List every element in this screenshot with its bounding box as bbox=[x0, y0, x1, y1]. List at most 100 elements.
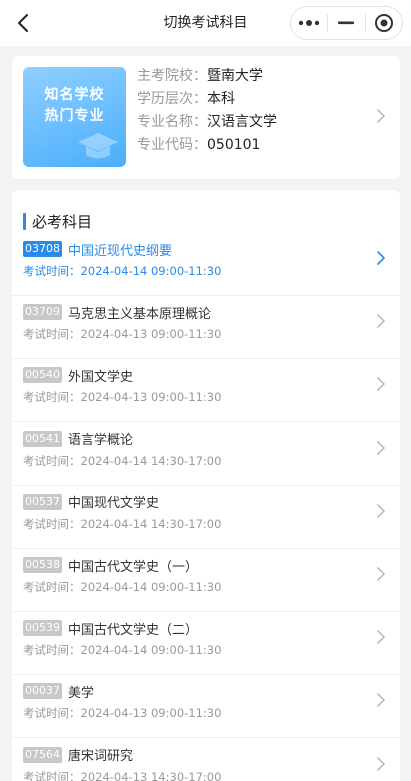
subject-code-badge: 00037 bbox=[23, 683, 62, 700]
subject-name: 外国文学史 bbox=[68, 369, 134, 385]
subject-code-badge: 07564 bbox=[23, 746, 62, 763]
exam-time-label: 考试时间： bbox=[23, 516, 81, 531]
subject-name: 马克思主义基本原理概论 bbox=[68, 306, 212, 322]
subject-title-line: 03708 中国近现代史纲要 bbox=[23, 240, 173, 259]
info-label: 专业代码： bbox=[137, 137, 207, 153]
exam-time-value: 2024-04-13 14:30-17:00 bbox=[80, 769, 222, 781]
exam-time-label: 考试时间： bbox=[23, 264, 81, 278]
info-value: 050101 bbox=[207, 137, 261, 153]
subject-row[interactable]: 00538 中国古代文学史（一） 考试时间：2024-04-14 09:00-11:… bbox=[12, 549, 400, 612]
exam-time-value: 2024-04-14 09:00-11:30 bbox=[80, 264, 222, 278]
major-thumbnail: 知名学校 热门专业 bbox=[23, 67, 126, 167]
nav-bar: 切换考试科目 bbox=[0, 0, 411, 46]
subjects-panel: 必考科目 03708 中国近现代史纲要 考试时间：2024-04-14 09:00-… bbox=[12, 190, 400, 781]
subject-row[interactable]: 03708 中国近现代史纲要考试时间：2024-04-14 09:00-11:30 bbox=[12, 233, 400, 296]
subject-name: 美学 bbox=[68, 685, 95, 701]
chevron-right-icon bbox=[377, 630, 385, 644]
subject-name: 唐宋词研究 bbox=[68, 749, 134, 765]
info-label: 专业名称： bbox=[137, 114, 207, 130]
subject-row[interactable]: 00539 中国古代文学史（二） 考试时间：2024-04-14 09:00-11:… bbox=[12, 612, 400, 676]
subject-title-line: 00037 美学 bbox=[23, 682, 95, 701]
capsule-menu bbox=[290, 6, 403, 40]
info-row-school: 主考院校：暨南大学 bbox=[137, 65, 277, 88]
close-button[interactable] bbox=[366, 7, 402, 39]
subject-name: 中国古代文学史（二） bbox=[68, 622, 199, 638]
minimize-icon bbox=[338, 21, 355, 25]
subject-code-badge: 03708 bbox=[23, 241, 62, 257]
more-dots-icon bbox=[298, 20, 320, 26]
subject-name: 中国近现代史纲要 bbox=[68, 243, 173, 259]
info-value: 暨南大学 bbox=[207, 68, 263, 84]
thumb-line-2: 热门专业 bbox=[44, 108, 105, 124]
graduation-cap-icon bbox=[78, 133, 118, 159]
subject-title-line: 07564 唐宋词研究 bbox=[23, 746, 133, 764]
subject-name: 中国古代文学史（一） bbox=[68, 559, 199, 575]
subject-name: 语言学概论 bbox=[68, 433, 134, 449]
subject-name: 中国现代文学史 bbox=[68, 496, 160, 512]
exam-time: 考试时间：2024-04-14 09:00-11:30 bbox=[23, 579, 221, 595]
exam-time-label: 考试时间： bbox=[23, 643, 81, 658]
info-label: 学历层次： bbox=[137, 91, 207, 107]
exam-time: 考试时间：2024-04-13 09:00-11:30 bbox=[23, 326, 221, 342]
section-title: 必考科目 bbox=[32, 212, 93, 231]
exam-time-label: 考试时间： bbox=[23, 580, 81, 594]
exam-time-value: 2024-04-13 09:00-11:30 bbox=[80, 327, 222, 342]
exam-time-label: 考试时间： bbox=[23, 706, 81, 721]
subject-title-line: 03709 马克思主义基本原理概论 bbox=[23, 303, 212, 322]
info-label: 主考院校： bbox=[137, 68, 207, 84]
exam-time: 考试时间：2024-04-14 09:00-11:30 bbox=[23, 642, 221, 658]
subject-title-line: 00537 中国现代文学史 bbox=[23, 493, 159, 511]
subject-title-line: 00539 中国古代文学史（二） bbox=[23, 619, 199, 638]
subject-code-badge: 03709 bbox=[23, 304, 62, 321]
subject-code-badge: 00540 bbox=[23, 367, 62, 384]
info-row-code: 专业代码：050101 bbox=[137, 134, 277, 157]
chevron-right-icon bbox=[377, 314, 385, 328]
subject-row[interactable]: 03709 马克思主义基本原理概论考试时间：2024-04-13 09:00-11… bbox=[12, 296, 400, 360]
info-row-major: 专业名称：汉语言文学 bbox=[137, 111, 277, 134]
subject-row[interactable]: 00540 外国文学史考试时间：2024-04-13 09:00-11:30 bbox=[12, 359, 400, 423]
subject-code-badge: 00541 bbox=[23, 430, 62, 447]
section-accent-bar bbox=[23, 212, 26, 230]
chevron-right-icon bbox=[377, 756, 385, 771]
exam-time-value: 2024-04-13 09:00-11:30 bbox=[80, 706, 222, 721]
target-close-icon bbox=[374, 14, 393, 32]
exam-time: 考试时间：2024-04-13 09:00-11:30 bbox=[23, 389, 221, 405]
subject-row[interactable]: 00537 中国现代文学史考试时间：2024-04-14 14:30-17:00 bbox=[12, 486, 400, 549]
exam-time: 考试时间：2024-04-14 14:30-17:00 bbox=[23, 453, 221, 469]
exam-time-label: 考试时间： bbox=[23, 769, 81, 781]
exam-time-value: 2024-04-14 09:00-11:30 bbox=[80, 643, 222, 658]
chevron-right-icon bbox=[377, 693, 385, 708]
chevron-right-icon bbox=[377, 251, 385, 265]
section-header: 必考科目 bbox=[23, 211, 92, 231]
chevron-right-icon bbox=[377, 567, 385, 581]
more-button[interactable] bbox=[291, 7, 327, 39]
exam-time-label: 考试时间： bbox=[23, 390, 81, 405]
major-info: 主考院校：暨南大学 学历层次：本科 专业名称：汉语言文学 专业代码：050101 bbox=[137, 65, 277, 157]
chevron-right-icon bbox=[377, 440, 385, 455]
chevron-right-icon bbox=[377, 377, 385, 392]
exam-time: 考试时间：2024-04-13 14:30-17:00 bbox=[23, 769, 221, 781]
exam-time-label: 考试时间： bbox=[23, 453, 81, 468]
exam-time-value: 2024-04-14 14:30-17:00 bbox=[80, 516, 222, 531]
subject-title-line: 00541 语言学概论 bbox=[23, 430, 133, 448]
exam-time-value: 2024-04-14 09:00-11:30 bbox=[80, 580, 222, 594]
subject-row[interactable]: 00037 美学考试时间：2024-04-13 09:00-11:30 bbox=[12, 675, 400, 739]
chevron-right-icon bbox=[377, 503, 385, 518]
exam-time: 考试时间：2024-04-14 09:00-11:30 bbox=[23, 263, 221, 279]
subject-row[interactable]: 07564 唐宋词研究考试时间：2024-04-13 14:30-17:00 bbox=[12, 739, 400, 781]
subject-row[interactable]: 00541 语言学概论考试时间：2024-04-14 14:30-17:00 bbox=[12, 423, 400, 486]
subject-title-line: 00538 中国古代文学史（一） bbox=[23, 556, 199, 575]
subject-title-line: 00540 外国文学史 bbox=[23, 366, 134, 385]
chevron-right-icon bbox=[377, 109, 385, 123]
info-value: 本科 bbox=[207, 91, 235, 107]
exam-time-value: 2024-04-14 14:30-17:00 bbox=[80, 453, 222, 468]
major-info-card[interactable]: 知名学校 热门专业 主考院校：暨南大学 学历层次：本科 专业名称：汉语言文学 专… bbox=[12, 56, 400, 179]
exam-time-label: 考试时间： bbox=[23, 327, 81, 342]
exam-time: 考试时间：2024-04-14 14:30-17:00 bbox=[23, 516, 221, 532]
subject-code-badge: 00538 bbox=[23, 557, 62, 573]
thumb-line-1: 知名学校 bbox=[44, 87, 105, 103]
exam-time: 考试时间：2024-04-13 09:00-11:30 bbox=[23, 705, 221, 721]
exam-time-value: 2024-04-13 09:00-11:30 bbox=[80, 390, 222, 405]
subject-code-badge: 00537 bbox=[23, 493, 62, 510]
minimize-button[interactable] bbox=[328, 7, 364, 39]
